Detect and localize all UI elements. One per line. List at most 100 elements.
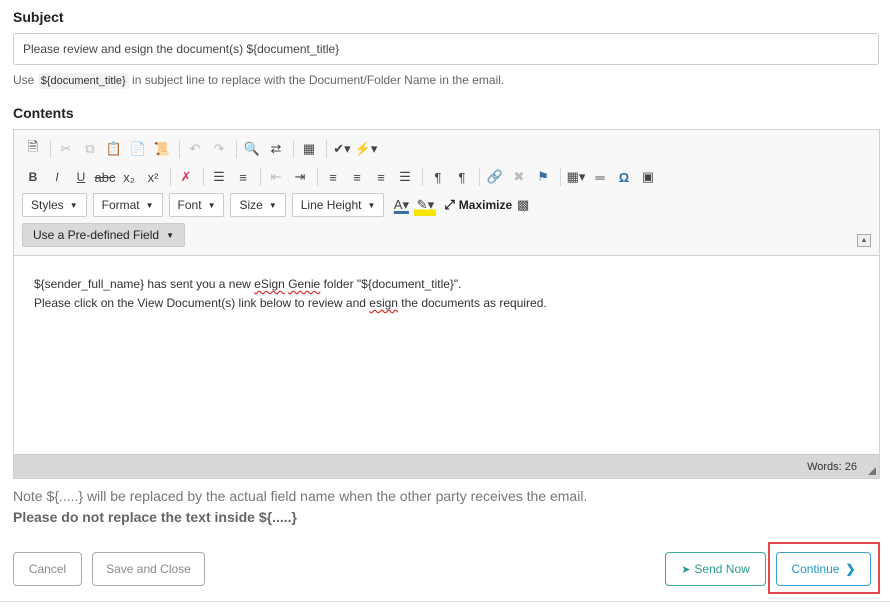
- ltr-icon[interactable]: ¶: [427, 166, 449, 188]
- image-icon[interactable]: ▣: [637, 166, 659, 188]
- subject-input[interactable]: Please review and esign the document(s) …: [13, 33, 879, 65]
- format-dropdown[interactable]: Format ▼: [92, 193, 163, 217]
- predefined-field-label: Use a Pre-defined Field: [33, 228, 160, 242]
- underline-icon[interactable]: U: [70, 166, 92, 188]
- editor-content[interactable]: ${sender_full_name} has sent you a new e…: [34, 275, 854, 313]
- toolbar-row-1: 🗎 ✂ ⧉ 📋 📄 📜 ↶ ↷ 🔍 ⇄ ▦ ✔▾ ⚡▾: [22, 138, 379, 160]
- subject-hint: Use ${document_title} in subject line to…: [13, 73, 505, 89]
- background-color-icon[interactable]: ✎▾: [414, 194, 437, 216]
- toolbar-separator: [317, 168, 318, 186]
- line1-text-a: ${sender_full_name} has sent you a new: [34, 277, 255, 291]
- format-label: Format: [101, 198, 140, 212]
- rich-text-editor[interactable]: 🗎 ✂ ⧉ 📋 📄 📜 ↶ ↷ 🔍 ⇄ ▦ ✔▾ ⚡▾ B I U abc x₂…: [13, 129, 880, 479]
- chevron-down-icon: ▼: [207, 200, 216, 210]
- toolbar-separator: [236, 140, 237, 158]
- line2-spell-esign: esign: [369, 296, 398, 310]
- chevron-down-icon: ▼: [69, 200, 78, 210]
- redo-icon[interactable]: ↷: [208, 138, 230, 160]
- line-height-label: Line Height: [300, 198, 362, 212]
- hint-prefix: Use: [13, 73, 35, 87]
- maximize-label: Maximize: [458, 198, 513, 212]
- align-left-icon[interactable]: ≡: [322, 166, 344, 188]
- paste-word-icon[interactable]: 📜: [151, 138, 173, 160]
- indent-icon[interactable]: ⇥: [289, 166, 311, 188]
- toolbar-separator: [479, 168, 480, 186]
- line1-spell-genie: Genie: [288, 277, 321, 291]
- cut-icon[interactable]: ✂: [55, 138, 77, 160]
- send-now-button[interactable]: ➤ Send Now: [665, 552, 766, 586]
- italic-icon[interactable]: I: [46, 166, 68, 188]
- source-icon[interactable]: 🗎: [22, 138, 44, 160]
- cancel-label: Cancel: [28, 562, 67, 576]
- toolbar-row-2: B I U abc x₂ x² ✗ ☰ ≡ ⇤ ⇥ ≡ ≡ ≡ ☰ ¶ ¶ 🔗 …: [22, 166, 661, 188]
- contents-label: Contents: [13, 105, 74, 121]
- save-close-label: Save and Close: [106, 562, 191, 576]
- align-right-icon[interactable]: ≡: [370, 166, 392, 188]
- remove-format-icon[interactable]: ✗: [175, 166, 197, 188]
- special-char-icon[interactable]: Ω: [613, 166, 635, 188]
- cancel-button[interactable]: Cancel: [13, 552, 82, 586]
- content-line-1: ${sender_full_name} has sent you a new e…: [34, 275, 854, 294]
- hint-code: ${document_title}: [37, 73, 129, 89]
- text-color-icon[interactable]: A▾: [390, 194, 412, 216]
- toolbar-row-4: Use a Pre-defined Field ▼: [22, 223, 185, 247]
- numbered-list-icon[interactable]: ☰: [208, 166, 230, 188]
- toolbar-separator: [422, 168, 423, 186]
- font-label: Font: [177, 198, 202, 212]
- save-and-close-button[interactable]: Save and Close: [92, 552, 205, 586]
- table-icon[interactable]: ▦▾: [565, 166, 587, 188]
- continue-button[interactable]: Continue ❯: [776, 552, 871, 586]
- size-label: Size: [239, 198, 263, 212]
- find-icon[interactable]: 🔍: [241, 138, 263, 160]
- predefined-field-dropdown[interactable]: Use a Pre-defined Field ▼: [22, 223, 185, 247]
- spellcheck-icon[interactable]: ✔▾: [331, 138, 353, 160]
- format-painter-icon[interactable]: ⚡▾: [355, 138, 378, 160]
- subject-label: Subject: [13, 9, 64, 25]
- chevron-down-icon: ▼: [367, 200, 376, 210]
- placeholder-warning: Please do not replace the text inside ${…: [13, 509, 297, 525]
- replace-icon[interactable]: ⇄: [265, 138, 287, 160]
- rtl-icon[interactable]: ¶: [451, 166, 473, 188]
- line1-text-c: folder "${document_title}".: [320, 277, 462, 291]
- line-height-dropdown[interactable]: Line Height ▼: [291, 193, 385, 217]
- toolbar-separator: [50, 140, 51, 158]
- styles-dropdown[interactable]: Styles ▼: [22, 193, 87, 217]
- collapse-toolbar-icon[interactable]: ▲: [857, 234, 871, 247]
- unlink-icon[interactable]: ✖: [508, 166, 530, 188]
- toolbar-separator: [260, 168, 261, 186]
- bold-icon[interactable]: B: [22, 166, 44, 188]
- resize-handle-icon[interactable]: [868, 467, 876, 475]
- editor-toolbar: 🗎 ✂ ⧉ 📋 📄 📜 ↶ ↷ 🔍 ⇄ ▦ ✔▾ ⚡▾ B I U abc x₂…: [14, 130, 879, 256]
- superscript-icon[interactable]: x²: [142, 166, 164, 188]
- select-all-icon[interactable]: ▦: [298, 138, 320, 160]
- toolbar-separator: [560, 168, 561, 186]
- link-icon[interactable]: 🔗: [484, 166, 506, 188]
- copy-icon[interactable]: ⧉: [79, 138, 101, 160]
- paste-icon[interactable]: 📋: [103, 138, 125, 160]
- font-dropdown[interactable]: Font ▼: [168, 193, 225, 217]
- continue-label: Continue: [791, 562, 840, 576]
- subscript-icon[interactable]: x₂: [118, 166, 140, 188]
- outdent-icon[interactable]: ⇤: [265, 166, 287, 188]
- maximize-button[interactable]: ⤢ Maximize: [444, 197, 512, 213]
- content-line-2: Please click on the View Document(s) lin…: [34, 294, 854, 313]
- maximize-icon: ⤢: [444, 197, 455, 212]
- show-blocks-icon[interactable]: ▩: [512, 194, 534, 216]
- align-center-icon[interactable]: ≡: [346, 166, 368, 188]
- strikethrough-icon[interactable]: abc: [94, 166, 116, 188]
- undo-icon[interactable]: ↶: [184, 138, 206, 160]
- hint-suffix: in subject line to replace with the Docu…: [132, 73, 505, 87]
- chevron-down-icon: ▼: [166, 230, 174, 240]
- styles-label: Styles: [31, 198, 64, 212]
- bulleted-list-icon[interactable]: ≡: [232, 166, 254, 188]
- anchor-flag-icon[interactable]: ⚑: [532, 166, 554, 188]
- send-now-label: Send Now: [694, 562, 750, 576]
- toolbar-separator: [293, 140, 294, 158]
- justify-icon[interactable]: ☰: [394, 166, 416, 188]
- chevron-right-icon: ❯: [845, 562, 856, 576]
- line2-text-b: the documents as required.: [397, 296, 547, 310]
- size-dropdown[interactable]: Size ▼: [230, 193, 286, 217]
- paste-text-icon[interactable]: 📄: [127, 138, 149, 160]
- line1-spell-esign: eSign: [254, 277, 285, 291]
- horizontal-rule-icon[interactable]: ═: [589, 166, 611, 188]
